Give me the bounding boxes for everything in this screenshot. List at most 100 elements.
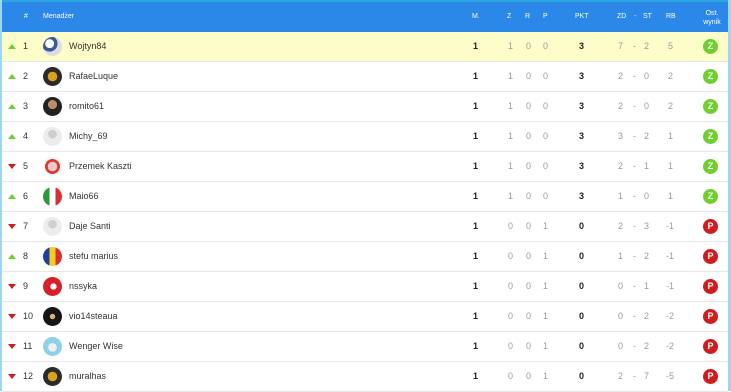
draws-cell: 0 [526,251,532,261]
goal-diff-cell: -5 [666,371,675,381]
goals-against-cell: 0 [644,191,650,201]
header-sep: - [634,13,637,20]
table-row[interactable]: 6 Maio66 1 1 0 0 3 1-0 1 Z [2,182,728,212]
goals-against-cell: 0 [644,71,650,81]
score-separator: - [633,101,636,111]
score-separator: - [633,191,636,201]
points-cell: 0 [579,341,585,351]
wins-cell: 1 [508,41,514,51]
losses-cell: 0 [543,191,549,201]
goals-against-cell: 2 [644,311,650,321]
rank-cell: 9 [23,281,29,291]
goals-against-cell: 1 [644,161,650,171]
matches-cell: 1 [473,311,479,321]
manager-name[interactable]: Daje Santi [69,212,111,241]
avatar[interactable] [43,217,62,236]
points-cell: 3 [579,161,585,171]
header-wins[interactable]: Z [507,2,511,32]
trend-down-icon [8,164,16,169]
draws-cell: 0 [526,281,532,291]
header-rank[interactable]: # [24,2,28,32]
losses-cell: 1 [543,221,549,231]
points-cell: 3 [579,131,585,141]
rank-cell: 6 [23,191,29,201]
manager-name[interactable]: Wojtyn84 [69,32,106,61]
avatar[interactable] [43,157,62,176]
table-row[interactable]: 11 Wenger Wise 1 0 0 1 0 0-2 -2 P [2,332,728,362]
header-manager[interactable]: Menadżer [43,2,74,32]
trend-down-icon [8,224,16,229]
avatar[interactable] [43,97,62,116]
manager-name[interactable]: vio14steaua [69,302,118,331]
header-last-result: Ost. wynik [699,9,725,27]
table-row[interactable]: 5 Przemek Kaszti 1 1 0 0 3 2-1 1 Z [2,152,728,182]
manager-name[interactable]: stefu marius [69,242,118,271]
avatar[interactable] [43,367,62,386]
goals-against-cell: 2 [644,251,650,261]
avatar[interactable] [43,127,62,146]
matches-cell: 1 [473,101,479,111]
header-points[interactable]: PKT [575,2,589,32]
table-row[interactable]: 1 Wojtyn84 1 1 0 0 3 7-2 5 Z [2,32,728,62]
table-row[interactable]: 4 Michy_69 1 1 0 0 3 3-2 1 Z [2,122,728,152]
result-win-badge: Z [703,159,718,174]
manager-name[interactable]: Wenger Wise [69,332,123,361]
header-last-line1: Ost. [705,10,719,17]
header-draws[interactable]: R [525,2,530,32]
avatar[interactable] [43,337,62,356]
rank-cell: 2 [23,71,29,81]
goals-for-cell: 0 [618,341,624,351]
table-row[interactable]: 9 nssyka 1 0 0 1 0 0-1 -1 P [2,272,728,302]
draws-cell: 0 [526,191,532,201]
avatar[interactable] [43,187,62,206]
goals-for-cell: 2 [618,221,624,231]
goals-for-cell: 2 [618,371,624,381]
manager-name[interactable]: RafaeLuque [69,62,118,91]
avatar[interactable] [43,277,62,296]
score-separator: - [633,281,636,291]
manager-name[interactable]: Michy_69 [69,122,108,151]
header-goal-diff[interactable]: RB [666,2,676,32]
table-row[interactable]: 2 RafaeLuque 1 1 0 0 3 2-0 2 Z [2,62,728,92]
points-cell: 3 [579,101,585,111]
goal-diff-cell: 1 [668,131,674,141]
result-loss-badge: P [703,249,718,264]
result-loss-badge: P [703,339,718,354]
avatar[interactable] [43,247,62,266]
result-win-badge: Z [703,189,718,204]
losses-cell: 1 [543,281,549,291]
goals-for-cell: 1 [618,191,624,201]
manager-name[interactable]: Maio66 [69,182,99,211]
header-goals-for[interactable]: ZD [617,2,626,32]
draws-cell: 0 [526,161,532,171]
trend-up-icon [8,254,16,259]
manager-name[interactable]: romito61 [69,92,104,121]
avatar[interactable] [43,307,62,326]
manager-name[interactable]: muralhas [69,362,106,391]
table-row[interactable]: 12 muralhas 1 0 0 1 0 2-7 -5 P [2,362,728,392]
manager-name[interactable]: Przemek Kaszti [69,152,132,181]
header-matches[interactable]: M. [472,2,480,32]
trend-up-icon [8,74,16,79]
table-row[interactable]: 7 Daje Santi 1 0 0 1 0 2-3 -1 P [2,212,728,242]
header-goals-against[interactable]: ST [643,2,652,32]
matches-cell: 1 [473,221,479,231]
table-row[interactable]: 8 stefu marius 1 0 0 1 0 1-2 -1 P [2,242,728,272]
header-losses[interactable]: P [543,2,548,32]
points-cell: 3 [579,191,585,201]
avatar[interactable] [43,67,62,86]
losses-cell: 0 [543,71,549,81]
table-row[interactable]: 3 romito61 1 1 0 0 3 2-0 2 Z [2,92,728,122]
manager-name[interactable]: nssyka [69,272,97,301]
goals-for-cell: 0 [618,311,624,321]
result-loss-badge: P [703,219,718,234]
draws-cell: 0 [526,221,532,231]
losses-cell: 1 [543,341,549,351]
avatar[interactable] [43,37,62,56]
losses-cell: 1 [543,371,549,381]
goals-against-cell: 1 [644,281,650,291]
trend-down-icon [8,314,16,319]
rank-cell: 3 [23,101,29,111]
wins-cell: 0 [508,251,514,261]
table-row[interactable]: 10 vio14steaua 1 0 0 1 0 0-2 -2 P [2,302,728,332]
